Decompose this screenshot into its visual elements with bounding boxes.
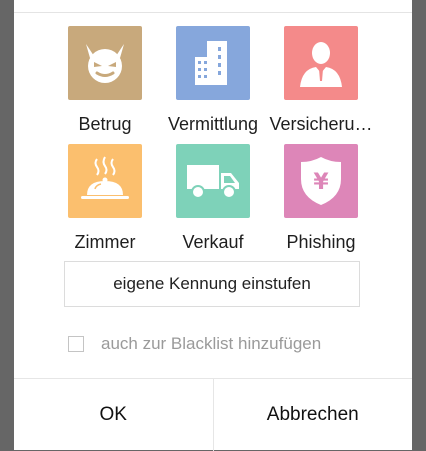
top-divider: [14, 12, 412, 13]
person-in-suit-icon: [284, 26, 358, 100]
category-label: Verkauf: [182, 232, 244, 252]
category-label: Vermittlung: [167, 114, 259, 134]
blacklist-option[interactable]: auch zur Blacklist hinzufügen: [68, 333, 321, 355]
cancel-button[interactable]: Abbrechen: [214, 379, 413, 451]
category-phishing[interactable]: ¥ Phishing: [267, 144, 375, 253]
blacklist-label: auch zur Blacklist hinzufügen: [101, 334, 322, 353]
category-label: Zimmer: [74, 232, 136, 252]
svg-text:¥: ¥: [313, 170, 329, 195]
dialog-footer: OK Abbrechen: [14, 378, 412, 451]
category-label: Versicheru…: [269, 114, 373, 134]
category-vermittlung[interactable]: Vermittlung: [159, 26, 267, 135]
devil-face-icon: [68, 26, 142, 100]
category-zimmer[interactable]: Zimmer: [51, 144, 159, 253]
mark-number-dialog: Betrug Vermittlung Versicheru… Zimmer Ve…: [14, 0, 412, 451]
delivery-truck-icon: [176, 144, 250, 218]
yen-shield-icon: ¥: [284, 144, 358, 218]
room-service-cloche-icon: [68, 144, 142, 218]
office-building-icon: [176, 26, 250, 100]
category-betrug[interactable]: Betrug: [51, 26, 159, 135]
ok-button[interactable]: OK: [14, 379, 213, 451]
category-label: Betrug: [78, 114, 132, 134]
category-verkauf[interactable]: Verkauf: [159, 144, 267, 253]
category-label: Phishing: [286, 232, 356, 252]
own-label-button[interactable]: eigene Kennung einstufen: [64, 261, 360, 307]
category-versicherung[interactable]: Versicheru…: [267, 26, 375, 135]
blacklist-checkbox[interactable]: [68, 336, 84, 352]
